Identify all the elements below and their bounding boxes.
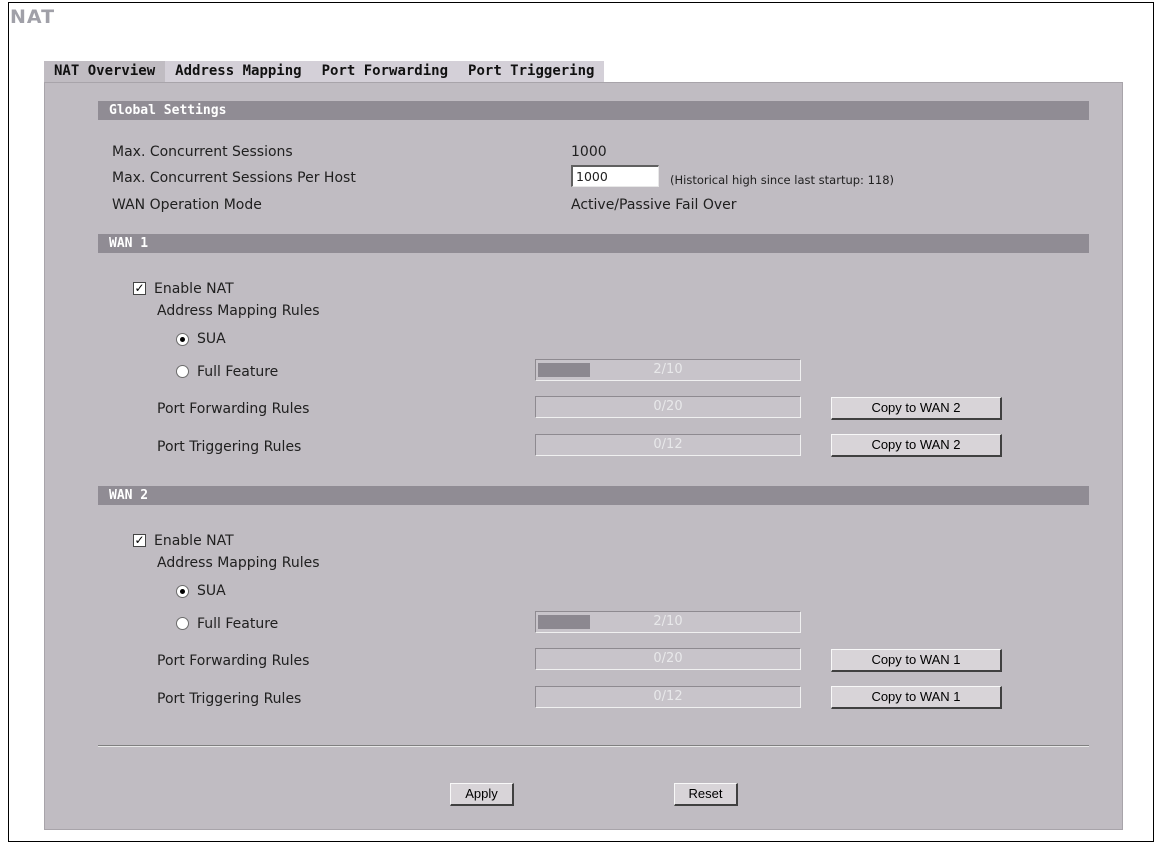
wan1-full-feature-usage-text: 2/10 — [653, 362, 683, 377]
wan1-full-feature-label: Full Feature — [197, 364, 279, 380]
wan2-enable-nat-checkbox[interactable]: ✓ — [133, 534, 146, 547]
reset-button[interactable]: Reset — [674, 783, 738, 806]
max-sessions-label: Max. Concurrent Sessions — [112, 144, 293, 160]
tab-nat-overview[interactable]: NAT Overview — [44, 61, 166, 82]
wan1-header: WAN 1 — [98, 234, 1089, 253]
per-host-input[interactable]: 1000 — [571, 165, 659, 187]
wan2-full-feature-label: Full Feature — [197, 616, 279, 632]
content-panel: Global Settings Max. Concurrent Sessions… — [44, 82, 1123, 830]
global-settings-header: Global Settings — [98, 101, 1089, 120]
wan2-port-forwarding-label: Port Forwarding Rules — [157, 653, 310, 669]
wan2-port-forwarding-usage-text: 0/20 — [653, 651, 683, 666]
per-host-note: (Historical high since last startup: 118… — [670, 173, 895, 187]
wan2-full-feature-usage-bar: 2/10 — [535, 611, 801, 633]
wan2-enable-nat-label: Enable NAT — [154, 533, 234, 549]
wan1-full-feature-radio[interactable] — [176, 365, 189, 378]
wan2-header: WAN 2 — [98, 486, 1089, 505]
wan2-port-triggering-label: Port Triggering Rules — [157, 691, 302, 707]
wan1-copy-port-forwarding-button[interactable]: Copy to WAN 2 — [831, 397, 1002, 420]
wan1-port-forwarding-usage-bar: 0/20 — [535, 396, 801, 418]
wan1-port-forwarding-label: Port Forwarding Rules — [157, 401, 310, 417]
wan2-port-triggering-usage-bar: 0/12 — [535, 686, 801, 708]
wan2-sua-label: SUA — [197, 583, 226, 599]
wan1-port-triggering-usage-text: 0/12 — [653, 437, 683, 452]
wan1-sua-label: SUA — [197, 331, 226, 347]
wan1-sua-radio[interactable] — [176, 333, 189, 346]
per-host-label: Max. Concurrent Sessions Per Host — [112, 170, 356, 186]
apply-button[interactable]: Apply — [450, 783, 514, 806]
wan-mode-label: WAN Operation Mode — [112, 197, 262, 213]
wan1-enable-nat-label: Enable NAT — [154, 281, 234, 297]
wan2-port-forwarding-usage-bar: 0/20 — [535, 648, 801, 670]
wan2-mapping-label: Address Mapping Rules — [157, 555, 320, 571]
wan1-port-forwarding-usage-text: 0/20 — [653, 399, 683, 414]
tab-port-forwarding[interactable]: Port Forwarding — [311, 61, 459, 82]
tab-port-triggering[interactable]: Port Triggering — [458, 61, 605, 82]
wan-mode-value: Active/Passive Fail Over — [571, 197, 737, 213]
wan1-port-triggering-label: Port Triggering Rules — [157, 439, 302, 455]
wan2-copy-port-forwarding-button[interactable]: Copy to WAN 1 — [831, 649, 1002, 672]
tab-address-mapping[interactable]: Address Mapping — [165, 61, 312, 82]
wan2-copy-port-triggering-button[interactable]: Copy to WAN 1 — [831, 686, 1002, 709]
max-sessions-value: 1000 — [571, 144, 607, 160]
wan1-mapping-label: Address Mapping Rules — [157, 303, 320, 319]
wan2-full-feature-usage-text: 2/10 — [653, 614, 683, 629]
page-title: NAT — [10, 6, 56, 28]
tab-bar: NAT Overview Address Mapping Port Forwar… — [44, 61, 605, 82]
wan1-full-feature-usage-bar: 2/10 — [535, 359, 801, 381]
wan2-port-triggering-usage-text: 0/12 — [653, 689, 683, 704]
wan2-full-feature-radio[interactable] — [176, 617, 189, 630]
wan1-enable-nat-checkbox[interactable]: ✓ — [133, 282, 146, 295]
wan1-copy-port-triggering-button[interactable]: Copy to WAN 2 — [831, 434, 1002, 457]
divider — [98, 745, 1089, 747]
wan2-sua-radio[interactable] — [176, 585, 189, 598]
wan1-port-triggering-usage-bar: 0/12 — [535, 434, 801, 456]
